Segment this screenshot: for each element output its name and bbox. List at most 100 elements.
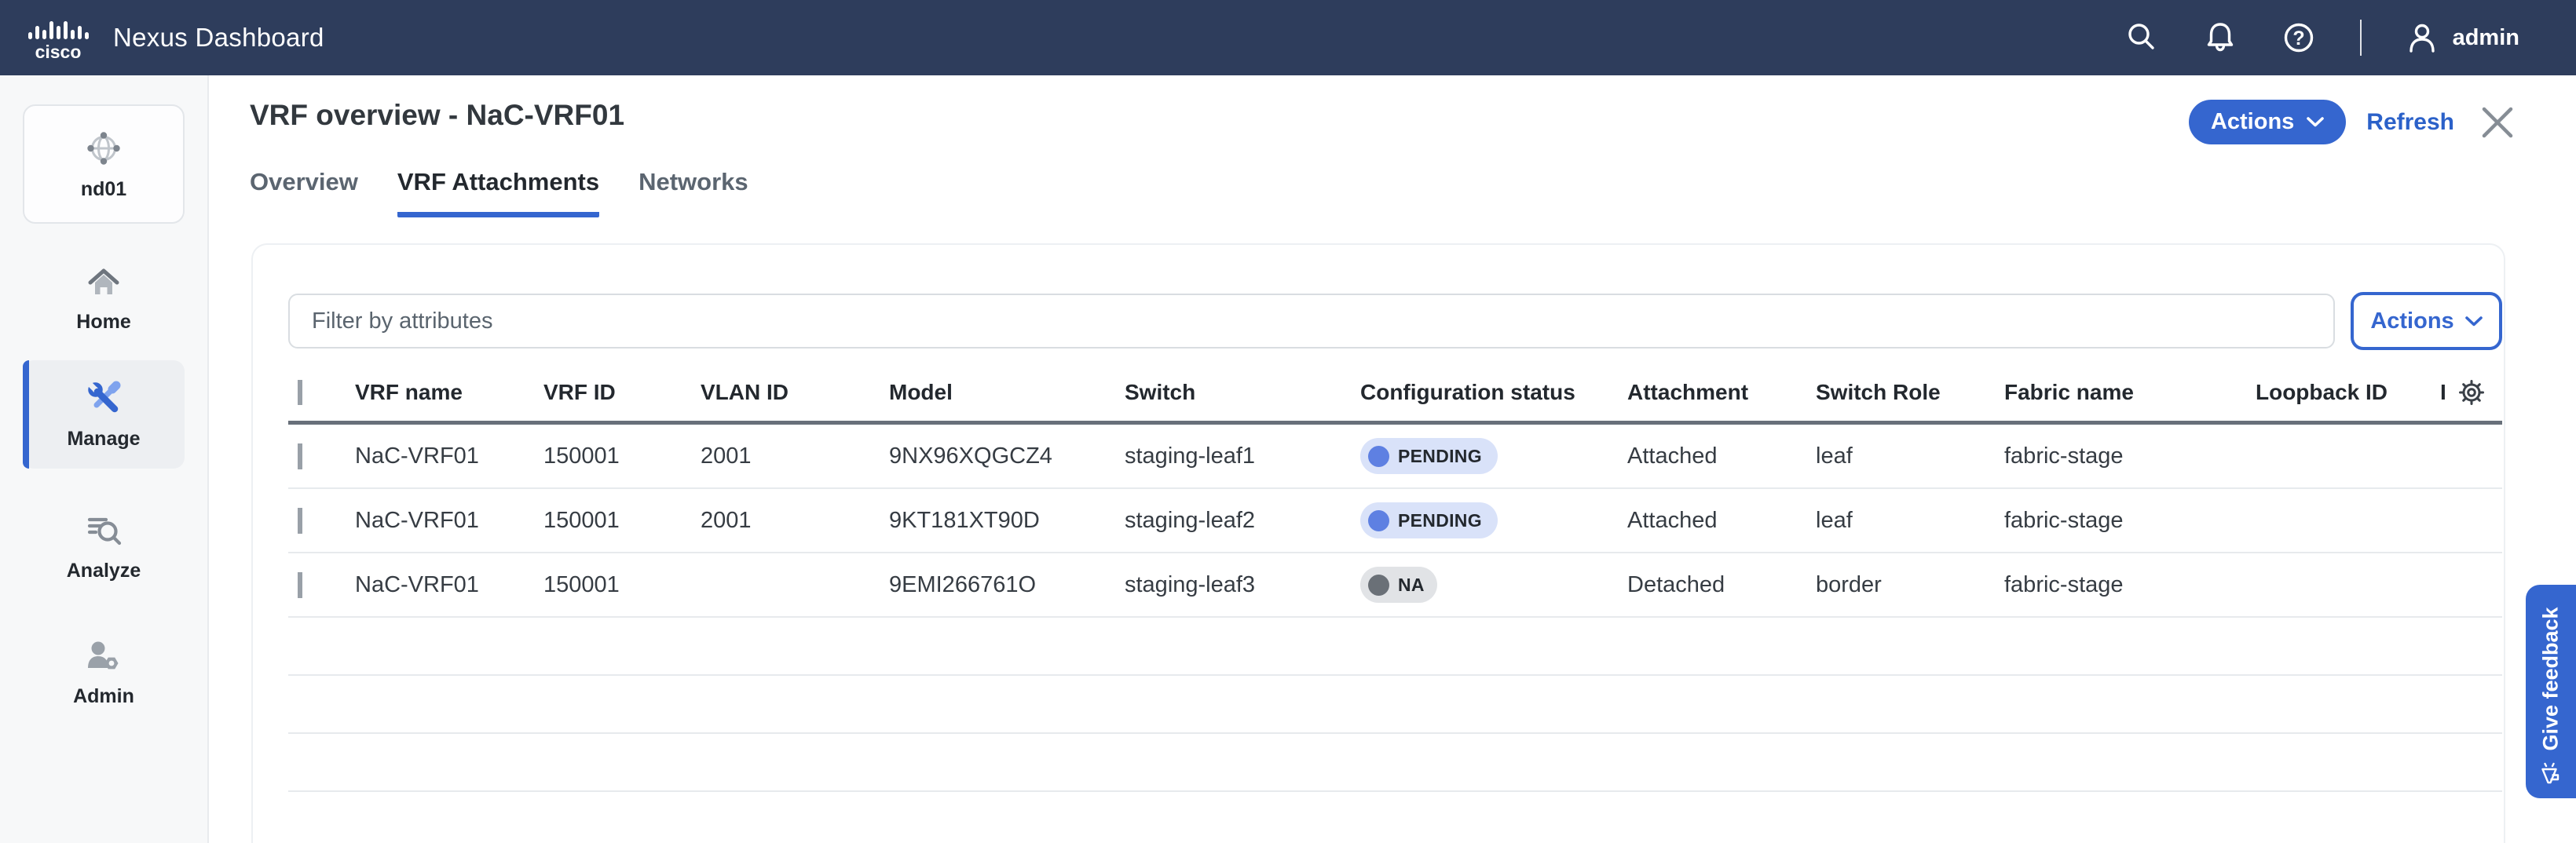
cell-vrf-id: 150001	[543, 443, 701, 469]
cluster-name: nd01	[81, 178, 126, 201]
home-icon	[85, 265, 123, 300]
table-row: NaC-VRF01 150001 2001 9KT181XT90D stagin…	[288, 489, 2502, 553]
tab-networks[interactable]: Networks	[639, 168, 748, 217]
status-badge: NA	[1360, 567, 1437, 603]
help-icon[interactable]: ?	[2281, 19, 2316, 57]
topbar-right: ? admin	[2124, 19, 2519, 57]
cell-attachment: Attached	[1627, 508, 1816, 534]
product-title: Nexus Dashboard	[113, 23, 324, 53]
cell-vlan-id: 2001	[701, 443, 889, 469]
cell-vrf-id: 150001	[543, 508, 701, 534]
cell-vrf-name: NaC-VRF01	[355, 508, 543, 534]
column-header-fabric-name[interactable]: Fabric name	[2004, 380, 2256, 405]
column-header-switch-role[interactable]: Switch Role	[1816, 380, 2004, 405]
cell-fabric-name: fabric-stage	[2004, 572, 2256, 598]
cell-switch: staging-leaf3	[1125, 572, 1360, 598]
close-button[interactable]	[2476, 101, 2519, 144]
tools-icon	[85, 379, 123, 417]
sidebar-item-label: Home	[76, 311, 130, 334]
analyze-icon	[84, 513, 123, 549]
tab-overview[interactable]: Overview	[250, 168, 358, 217]
user-menu[interactable]: admin	[2406, 22, 2519, 53]
sidebar-item-manage[interactable]: Manage	[23, 360, 185, 469]
svg-text:?: ?	[2292, 27, 2304, 49]
sidebar: nd01 Home Manage	[0, 75, 209, 843]
username: admin	[2453, 25, 2519, 51]
sidebar-item-analyze[interactable]: Analyze	[23, 500, 185, 594]
status-dot-icon	[1368, 575, 1389, 596]
cell-config-status: PENDING	[1360, 502, 1627, 538]
filter-input[interactable]	[288, 294, 2335, 349]
cell-vrf-id: 150001	[543, 572, 701, 598]
status-badge: PENDING	[1360, 438, 1498, 474]
table-row-empty	[288, 676, 2502, 734]
admin-icon	[84, 638, 123, 674]
cell-model: 9EMI266761O	[889, 572, 1125, 598]
row-checkbox[interactable]	[298, 572, 302, 598]
cell-switch: staging-leaf1	[1125, 443, 1360, 469]
status-dot-icon	[1368, 510, 1389, 531]
brand: cisco Nexus Dashboard	[22, 14, 324, 61]
tab-bar: Overview VRF Attachments Networks	[250, 168, 748, 217]
table-actions-button[interactable]: Actions	[2351, 292, 2502, 350]
status-label: NA	[1398, 575, 1425, 596]
megaphone-icon	[2539, 762, 2563, 786]
column-header-loopback-id[interactable]: Loopback ID	[2256, 380, 2440, 405]
close-icon	[2476, 101, 2519, 144]
column-header-truncated: I	[2440, 380, 2446, 405]
column-header-model[interactable]: Model	[889, 380, 1125, 405]
cell-switch-role: border	[1816, 572, 2004, 598]
column-header-config-status[interactable]: Configuration status	[1360, 380, 1627, 405]
give-feedback-label: Give feedback	[2539, 607, 2563, 750]
svg-text:cisco: cisco	[35, 42, 82, 61]
column-header-vrf-name[interactable]: VRF name	[355, 380, 543, 405]
cell-switch: staging-leaf2	[1125, 508, 1360, 534]
sidebar-item-admin[interactable]: Admin	[23, 626, 185, 720]
sidebar-item-label: Analyze	[67, 560, 141, 582]
sidebar-item-home[interactable]: Home	[23, 252, 185, 346]
cell-attachment: Attached	[1627, 443, 1816, 469]
table-body: NaC-VRF01 150001 2001 9NX96XQGCZ4 stagin…	[288, 425, 2502, 792]
column-header-attachment[interactable]: Attachment	[1627, 380, 1816, 405]
cell-fabric-name: fabric-stage	[2004, 508, 2256, 534]
sidebar-item-label: Manage	[67, 428, 140, 451]
bell-icon[interactable]	[2203, 19, 2238, 57]
cell-switch-role: leaf	[1816, 508, 2004, 534]
cell-vrf-name: NaC-VRF01	[355, 443, 543, 469]
table-row-empty	[288, 734, 2502, 792]
cisco-logo-icon: cisco	[22, 14, 94, 61]
vrf-attachments-panel: Actions VRF name VRF ID VLAN ID Model Sw…	[251, 243, 2505, 843]
page-actions-button[interactable]: Actions	[2189, 100, 2346, 144]
chevron-down-icon	[2307, 117, 2324, 127]
cell-config-status: NA	[1360, 567, 1627, 603]
cell-attachment: Detached	[1627, 572, 1816, 598]
chevron-down-icon	[2465, 316, 2483, 327]
column-header-switch[interactable]: Switch	[1125, 380, 1360, 405]
search-icon[interactable]	[2124, 19, 2159, 57]
main-content: VRF overview - NaC-VRF01 Actions Refresh…	[209, 75, 2576, 843]
cluster-selector[interactable]: nd01	[23, 104, 185, 224]
gear-icon[interactable]	[2454, 375, 2489, 410]
page-title: VRF overview - NaC-VRF01	[250, 99, 624, 132]
row-checkbox[interactable]	[298, 508, 302, 534]
table-row: NaC-VRF01 150001 2001 9NX96XQGCZ4 stagin…	[288, 425, 2502, 489]
cell-vlan-id: 2001	[701, 508, 889, 534]
status-label: PENDING	[1398, 446, 1482, 467]
status-dot-icon	[1368, 446, 1389, 467]
status-badge: PENDING	[1360, 502, 1498, 538]
table-row: NaC-VRF01 150001 9EMI266761O staging-lea…	[288, 553, 2502, 618]
row-checkbox[interactable]	[298, 443, 302, 469]
table-toolbar: Actions	[288, 292, 2502, 350]
cell-switch-role: leaf	[1816, 443, 2004, 469]
table-row-empty	[288, 618, 2502, 676]
cell-config-status: PENDING	[1360, 438, 1627, 474]
select-all-checkbox[interactable]	[298, 380, 302, 405]
tab-vrf-attachments[interactable]: VRF Attachments	[397, 168, 599, 217]
column-header-vlan-id[interactable]: VLAN ID	[701, 380, 889, 405]
sidebar-item-label: Admin	[73, 685, 134, 708]
header-controls: Actions Refresh	[2189, 100, 2519, 144]
column-header-vrf-id[interactable]: VRF ID	[543, 380, 701, 405]
give-feedback-button[interactable]: Give feedback	[2526, 585, 2576, 798]
topbar-divider	[2360, 20, 2362, 56]
refresh-link[interactable]: Refresh	[2366, 109, 2454, 136]
